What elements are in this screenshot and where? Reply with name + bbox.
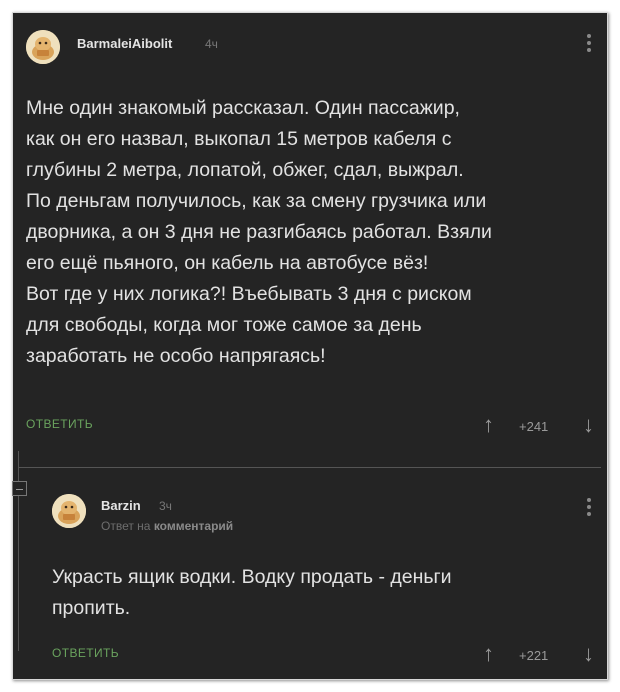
comment-line: Вот где у них логика?! Въебывать 3 дня с… [26, 283, 472, 305]
comment-line: его ещё пьяного, он кабель на автобусе в… [26, 252, 429, 274]
upvote-icon[interactable]: ↑ [483, 643, 494, 665]
reply-to-prefix: Ответ на [101, 519, 151, 533]
comment-line: По деньгам получилось, как за смену груз… [26, 190, 487, 212]
kebab-menu-icon[interactable] [587, 34, 591, 55]
comment-line: дворника, а он 3 дня не разгибаясь работ… [26, 221, 492, 243]
reply-to-link[interactable]: комментарий [154, 519, 233, 533]
reply-to-info[interactable]: Ответ на комментарий [101, 519, 233, 533]
comment-line: для свободы, когда мог тоже самое за ден… [26, 314, 422, 336]
reply-button[interactable]: ОТВЕТИТЬ [52, 646, 119, 660]
comment-thread: BarmaleiAibolit 4ч Мне один знакомый рас… [12, 12, 608, 680]
vote-score: +241 [519, 419, 549, 434]
comment-time: 3ч [159, 499, 172, 513]
hamster-avatar-icon [52, 494, 86, 528]
kebab-menu-icon[interactable] [587, 498, 591, 519]
comment-line: Украсть ящик водки. Водку продать - день… [52, 566, 452, 588]
comment-line: пропить. [52, 597, 131, 619]
comment-body: Мне один знакомый рассказал. Один пассаж… [26, 93, 492, 372]
upvote-icon[interactable]: ↑ [483, 414, 494, 436]
thread-line [18, 467, 601, 468]
collapse-thread-icon[interactable] [12, 481, 27, 496]
comment-author[interactable]: BarmaleiAibolit [77, 36, 172, 51]
reply-button[interactable]: ОТВЕТИТЬ [26, 417, 93, 431]
comment-line: глубины 2 метра, лопатой, обжег, сдал, в… [26, 159, 464, 181]
comment-line: Мне один знакомый рассказал. Один пассаж… [26, 97, 460, 119]
comment-body: Украсть ящик водки. Водку продать - день… [52, 562, 452, 624]
comment-line: как он его назвал, выкопал 15 метров каб… [26, 128, 452, 150]
comment-author[interactable]: Barzin [101, 498, 141, 513]
avatar[interactable] [52, 494, 86, 528]
downvote-icon[interactable]: ↓ [583, 414, 594, 436]
comment-line: заработать не особо напрягаясь! [26, 345, 326, 367]
downvote-icon[interactable]: ↓ [583, 643, 594, 665]
hamster-avatar-icon [26, 30, 60, 64]
comment-time: 4ч [205, 37, 218, 51]
vote-score: +221 [519, 648, 549, 663]
avatar[interactable] [26, 30, 60, 64]
